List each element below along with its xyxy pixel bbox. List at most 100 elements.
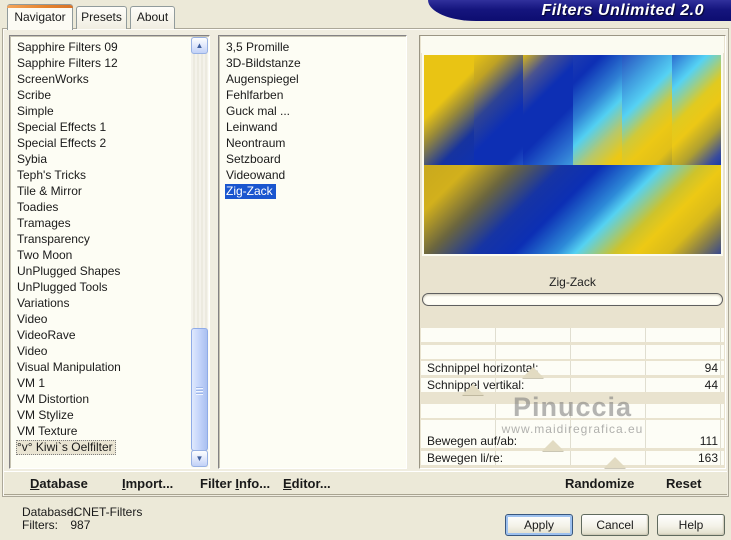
dialog-button-row: Apply Cancel Help: [0, 514, 731, 536]
filter-list-item[interactable]: 3,5 Promille: [219, 39, 406, 55]
filter-list: 3,5 Promille 3D-Bildstanze Augenspiegel …: [219, 39, 406, 199]
param-value: 111: [699, 434, 718, 448]
category-label: VM Texture: [17, 424, 78, 438]
category-list-item[interactable]: °v° Kiwi`s Oelfilter: [10, 439, 209, 455]
param-label: Bewegen auf/ab:: [427, 434, 518, 448]
slider-thumb[interactable]: [462, 384, 485, 395]
category-list-item[interactable]: Video: [10, 311, 209, 327]
tab-label: Navigator: [14, 10, 66, 24]
category-list-item[interactable]: UnPlugged Tools: [10, 279, 209, 295]
category-list-item[interactable]: Two Moon: [10, 247, 209, 263]
category-list-item[interactable]: Variations: [10, 295, 209, 311]
preview-zigzag-segment: [622, 55, 672, 165]
category-list-item[interactable]: ScreenWorks: [10, 71, 209, 87]
category-label: UnPlugged Tools: [17, 280, 108, 294]
randomize-button[interactable]: Randomize: [565, 472, 634, 496]
filter-info-button[interactable]: Filter Info...: [200, 472, 270, 496]
editor-button[interactable]: Editor...: [283, 472, 331, 496]
scrollbar-up-icon[interactable]: ▲: [191, 37, 208, 54]
filter-label: Zig-Zack: [225, 184, 276, 199]
category-label: Scribe: [17, 88, 52, 102]
filter-label: Videowand: [226, 168, 286, 182]
param-slider-row[interactable]: [421, 345, 724, 359]
preview-top-strip: [421, 36, 724, 53]
category-list-item[interactable]: Toadies: [10, 199, 209, 215]
param-value: 44: [704, 378, 718, 392]
apply-button[interactable]: Apply: [505, 514, 573, 536]
category-list-item[interactable]: Sapphire Filters 12: [10, 55, 209, 71]
param-slider-row[interactable]: Schnippel horizontal: 94: [421, 361, 724, 378]
tab-presets[interactable]: Presets: [76, 6, 127, 29]
category-list-item[interactable]: VM Stylize: [10, 407, 209, 423]
filter-list-item[interactable]: Videowand: [219, 167, 406, 183]
category-label: Variations: [17, 296, 70, 310]
tab-navigator[interactable]: Navigator: [7, 4, 73, 30]
category-list-item[interactable]: Special Effects 1: [10, 119, 209, 135]
category-list-item[interactable]: Sybia: [10, 151, 209, 167]
filter-list-item[interactable]: Neontraum: [219, 135, 406, 151]
category-scrollbar[interactable]: ▲ ▼: [191, 37, 208, 467]
param-slider-row[interactable]: [421, 404, 724, 418]
selected-filter-name: Zig-Zack: [549, 275, 596, 289]
filter-list-item[interactable]: Augenspiegel: [219, 71, 406, 87]
param-value: 94: [704, 361, 718, 375]
category-list-item[interactable]: Tile & Mirror: [10, 183, 209, 199]
reset-button[interactable]: Reset: [666, 472, 701, 496]
param-slider-row[interactable]: [421, 328, 724, 342]
category-label: ScreenWorks: [17, 72, 89, 86]
category-label: UnPlugged Shapes: [17, 264, 121, 278]
preview-zigzag-segment: [473, 55, 523, 165]
filter-list-item[interactable]: Leinwand: [219, 119, 406, 135]
category-list-item[interactable]: Scribe: [10, 87, 209, 103]
filter-list-item[interactable]: Fehlfarben: [219, 87, 406, 103]
category-list-item[interactable]: Simple: [10, 103, 209, 119]
category-list-item[interactable]: Tramages: [10, 215, 209, 231]
category-list-item[interactable]: Visual Manipulation: [10, 359, 209, 375]
filter-list-item[interactable]: Zig-Zack: [219, 183, 406, 199]
preview-zigzag-segment: [523, 55, 573, 165]
tab-label: About: [136, 10, 169, 24]
database-button[interactable]: Database: [30, 472, 88, 496]
category-list-item[interactable]: VM Distortion: [10, 391, 209, 407]
category-label: Sapphire Filters 12: [17, 56, 118, 70]
category-label: Special Effects 1: [17, 120, 107, 134]
filter-label: Setzboard: [226, 152, 281, 166]
import-button[interactable]: Import...: [122, 472, 173, 496]
param-rows: Schnippel horizontal: 94 Schnippel verti…: [421, 328, 724, 468]
filter-label: 3,5 Promille: [226, 40, 290, 54]
tab-about[interactable]: About: [130, 6, 175, 29]
category-listbox: Sapphire Filters 09 Sapphire Filters 12 …: [9, 35, 210, 469]
bottom-toolbar: Database Import... Filter Info... Editor…: [4, 471, 727, 495]
app-title: Filters Unlimited 2.0: [541, 2, 704, 19]
filter-label: 3D-Bildstanze: [226, 56, 301, 70]
param-slider-row[interactable]: [421, 420, 724, 434]
filter-label: Fehlfarben: [226, 88, 284, 102]
category-list-item[interactable]: VideoRave: [10, 327, 209, 343]
param-slider-row[interactable]: Bewegen li/re: 163: [421, 451, 724, 468]
category-label: Special Effects 2: [17, 136, 107, 150]
preview-zigzag-segment: [424, 55, 474, 165]
category-label: Sybia: [17, 152, 48, 166]
param-slider-row[interactable]: Bewegen auf/ab: 111: [421, 434, 724, 451]
category-list-item[interactable]: Transparency: [10, 231, 209, 247]
category-list-item[interactable]: Special Effects 2: [10, 135, 209, 151]
slider-thumb[interactable]: [541, 440, 564, 451]
filter-list-item[interactable]: Setzboard: [219, 151, 406, 167]
cancel-button[interactable]: Cancel: [581, 514, 649, 536]
help-button[interactable]: Help: [657, 514, 725, 536]
category-list-item[interactable]: UnPlugged Shapes: [10, 263, 209, 279]
category-list-item[interactable]: VM 1: [10, 375, 209, 391]
scrollbar-thumb[interactable]: [191, 328, 208, 451]
param-slider-row[interactable]: Schnippel vertikal: 44: [421, 378, 724, 395]
category-list-item[interactable]: VM Texture: [10, 423, 209, 439]
preview-zigzag-segment: [572, 55, 622, 165]
filter-list-item[interactable]: 3D-Bildstanze: [219, 55, 406, 71]
slider-thumb[interactable]: [521, 367, 544, 378]
slider-thumb[interactable]: [603, 457, 626, 468]
category-label: Toadies: [17, 200, 59, 214]
category-list-item[interactable]: Sapphire Filters 09: [10, 39, 209, 55]
filter-list-item[interactable]: Guck mal ...: [219, 103, 406, 119]
category-list-item[interactable]: Video: [10, 343, 209, 359]
category-list-item[interactable]: Teph's Tricks: [10, 167, 209, 183]
scrollbar-down-icon[interactable]: ▼: [191, 450, 208, 467]
